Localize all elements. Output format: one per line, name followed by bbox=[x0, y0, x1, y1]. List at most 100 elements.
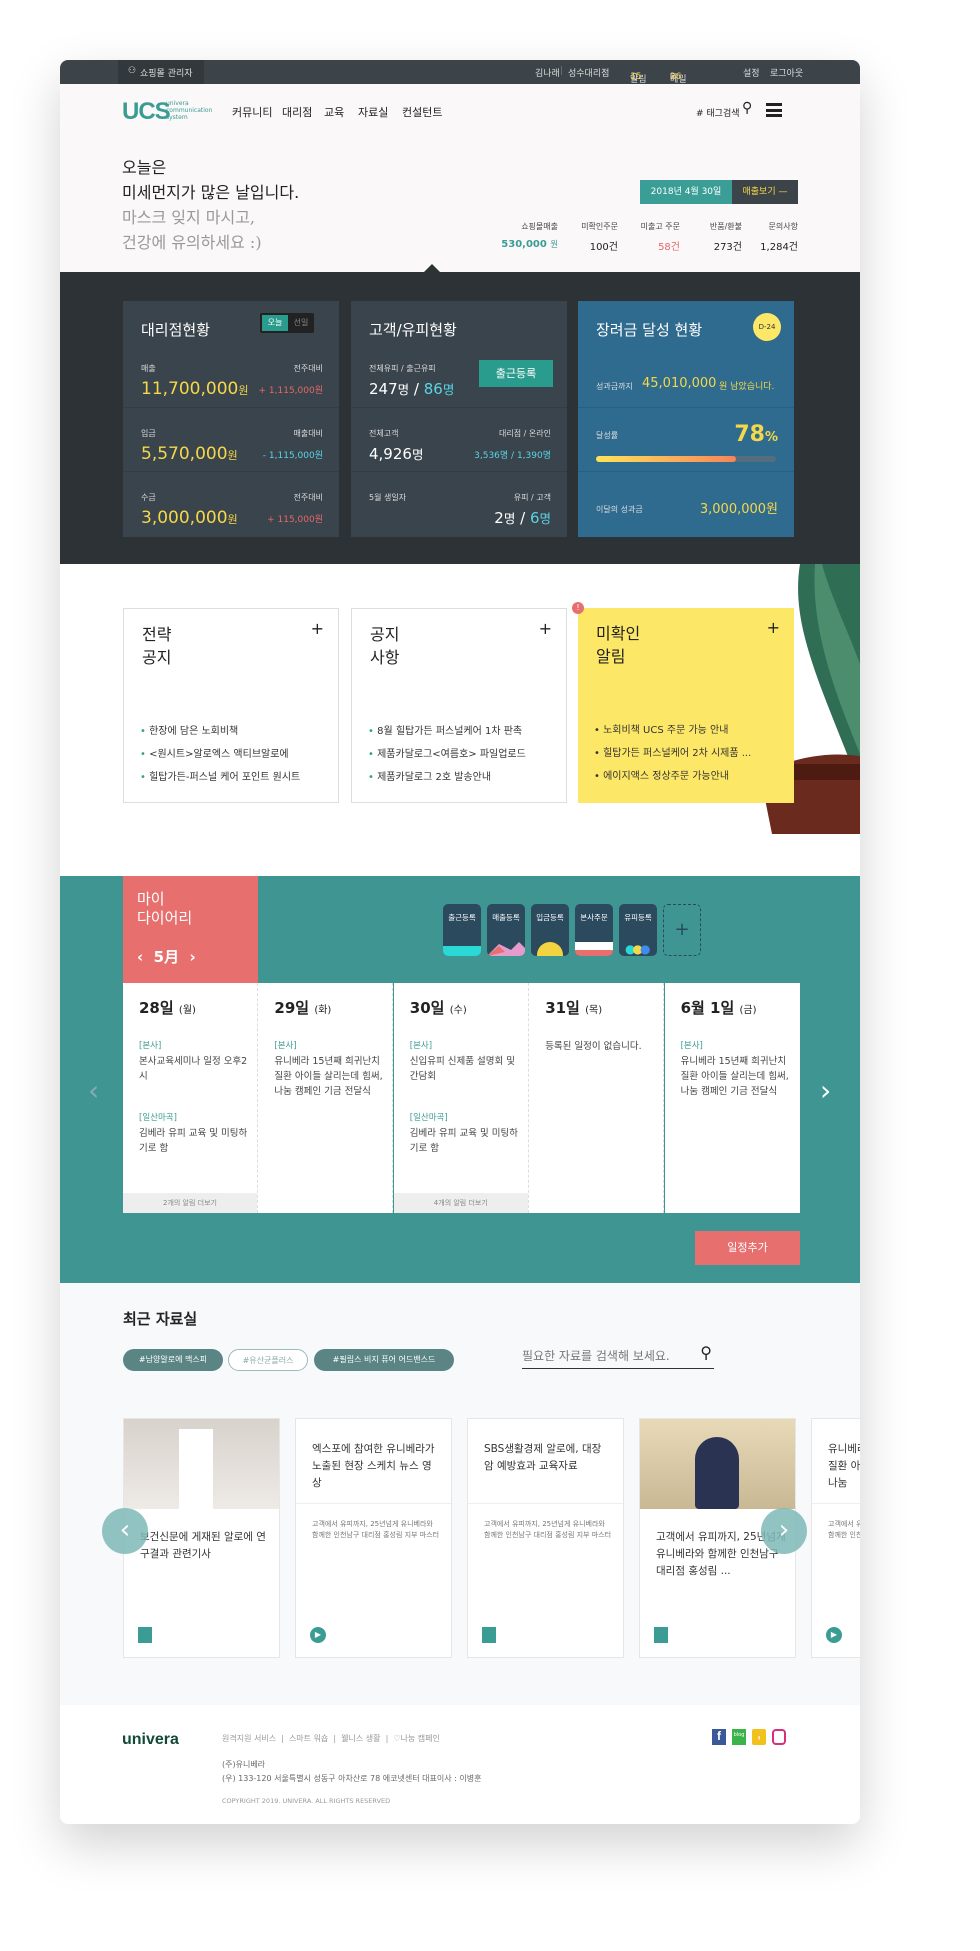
instagram-icon[interactable] bbox=[772, 1729, 786, 1745]
schedule-event[interactable]: [본사] 본사교육세미나 일정 오후2시 bbox=[139, 1039, 249, 1084]
document-icon[interactable] bbox=[482, 1627, 496, 1643]
prev-arrow-icon[interactable]: ‹ bbox=[88, 1074, 99, 1107]
kakao-story-icon[interactable]: , bbox=[752, 1729, 766, 1745]
schedule-event[interactable]: [일산마곡] 김베라 유피 교육 및 미팅하기로 함 bbox=[139, 1111, 249, 1156]
unit: 명 bbox=[442, 382, 455, 397]
notice-item[interactable]: • 제품카달로그 2호 발송안내 bbox=[368, 768, 491, 783]
plus-icon[interactable]: + bbox=[311, 619, 324, 638]
plus-icon[interactable]: + bbox=[539, 619, 552, 638]
add-quick-button[interactable]: + bbox=[663, 904, 701, 956]
tab-previous[interactable]: 선일 bbox=[290, 315, 312, 331]
carousel-prev-button[interactable]: ‹ bbox=[102, 1508, 148, 1554]
notice-item[interactable]: • 에이지액스 정상주문 가능안내 bbox=[594, 767, 729, 782]
notice-text: 한장에 담은 노회비책 bbox=[149, 726, 239, 737]
nav-community[interactable]: 커뮤니티 bbox=[232, 104, 272, 120]
date-button[interactable]: 2018년 4월 30일 bbox=[640, 180, 732, 204]
facebook-icon[interactable]: f bbox=[712, 1729, 726, 1745]
stat-label: 미출고 주문 bbox=[640, 222, 680, 231]
stat-unconfirmed-orders[interactable]: 미확인주문 100건 bbox=[548, 221, 618, 253]
card-summary: 고객에서 유피까지, 25년넘게 유니베라와 함께한 인천남구 대리점 홍성림 … bbox=[484, 1520, 612, 1539]
stat-inquiries[interactable]: 문의사항 1,284건 bbox=[728, 221, 798, 253]
tag-chip[interactable]: #필립스 비지 퓨어 어드밴스드 bbox=[314, 1349, 454, 1371]
document-icon[interactable] bbox=[654, 1627, 668, 1643]
event-tag: [일산마곡] bbox=[409, 1113, 448, 1123]
library-search-input[interactable]: 필요한 자료를 검색해 보세요. ⚲ bbox=[522, 1343, 714, 1369]
logout-link[interactable]: 로그아웃 bbox=[770, 66, 803, 79]
shop-admin-link[interactable]: ⚇ 쇼핑몰 관리자 bbox=[118, 60, 204, 84]
prev-month-icon[interactable]: ‹ bbox=[137, 948, 143, 966]
notice-item[interactable]: • 힐탑가든 퍼스널케어 2차 시제품 ... bbox=[594, 744, 751, 759]
add-schedule-button[interactable]: 일정추가 bbox=[695, 1231, 800, 1265]
user-icon: ⚇ bbox=[128, 66, 137, 76]
nav-education[interactable]: 교육 bbox=[324, 104, 344, 120]
nav-library[interactable]: 자료실 bbox=[358, 104, 388, 120]
search-placeholder: 필요한 자료를 검색해 보세요. bbox=[522, 1349, 670, 1363]
hamburger-menu-icon[interactable] bbox=[766, 103, 782, 117]
carousel-next-button[interactable]: › bbox=[761, 1508, 807, 1554]
footer-link[interactable]: 나눔 캠페인 bbox=[401, 1734, 440, 1743]
schedule-event[interactable]: [본사] 유니베라 15년째 희귀난치질환 아이들 살리는데 힘써, 나눔 캠페인… bbox=[274, 1039, 384, 1099]
search-icon[interactable]: ⚲ bbox=[742, 100, 752, 116]
nav-agency[interactable]: 대리점 bbox=[282, 104, 312, 120]
blog-icon[interactable]: blog bbox=[732, 1729, 746, 1745]
tab-today[interactable]: 오늘 bbox=[262, 315, 288, 331]
quick-attendance-button[interactable]: 출근등록 bbox=[443, 904, 481, 956]
notice-item[interactable]: • 노회비책 UCS 주문 가능 안내 bbox=[594, 721, 728, 736]
attendance-register-button[interactable]: 출근등록 bbox=[479, 360, 553, 387]
notice-item[interactable]: • 제품카달로그<여름호> 파일업로드 bbox=[368, 745, 526, 760]
notice-text: 8월 힐탑가든 퍼스널케어 1차 판촉 bbox=[377, 726, 523, 737]
greeting: 오늘은 미세먼지가 많은 날입니다. 마스크 잊지 마시고, 건강에 유의하세요… bbox=[122, 155, 299, 255]
notice-item[interactable]: • 한장에 담은 노회비책 bbox=[140, 722, 238, 737]
notice-item[interactable]: • 8월 힐탑가든 퍼스널케어 1차 판촉 bbox=[368, 722, 522, 737]
working-up-count: 86 bbox=[423, 380, 443, 398]
row-diff: + 115,000원 bbox=[267, 515, 323, 525]
library-card[interactable]: SBS생활경제 알로에, 대장암 예방효과 교육자료 고객에서 유피까지, 25년… bbox=[467, 1418, 624, 1658]
tag-search-link[interactable]: # 태그검색 bbox=[696, 106, 740, 119]
next-arrow-icon[interactable]: › bbox=[820, 1074, 831, 1107]
notice-section: 전략 공지 + • 한장에 담은 노회비책 • <원시트>알로엑스 액티브알로에 … bbox=[60, 564, 860, 876]
ucs-logo[interactable]: UCS bbox=[122, 98, 171, 126]
schedule-event[interactable]: 등록된 일정이 없습니다. bbox=[545, 1039, 655, 1054]
strategy-notice-card[interactable]: 전략 공지 + • 한장에 담은 노회비책 • <원시트>알로엑스 액티브알로에 … bbox=[123, 608, 339, 803]
quick-hq-order-button[interactable]: 본사주문 bbox=[575, 904, 613, 956]
more-alerts-link[interactable]: 4개의 알림 더보기 bbox=[393, 1193, 528, 1213]
search-icon[interactable]: ⚲ bbox=[700, 1343, 712, 1362]
library-card[interactable]: 유니베라 15년째 희귀난치질환 아이들 살리는데 힘써, 나눔고객에서 유피까… bbox=[811, 1418, 860, 1658]
settings-link[interactable]: 설정 bbox=[743, 66, 760, 79]
play-icon[interactable]: ▶ bbox=[310, 1627, 326, 1643]
greeting-line: 건강에 유의하세요 :) bbox=[122, 233, 262, 252]
heart-icon: ♡ bbox=[393, 1734, 401, 1743]
stat-value: 100건 bbox=[589, 242, 618, 253]
play-icon[interactable]: ▶ bbox=[826, 1627, 842, 1643]
notice-item[interactable]: • <원시트>알로엑스 액티브알로에 bbox=[140, 745, 289, 760]
stat-label: 미확인주문 bbox=[581, 222, 618, 231]
day-date: 29일 bbox=[274, 999, 310, 1017]
quick-sales-button[interactable]: 매출등록 bbox=[487, 904, 525, 956]
up-birthdays: 2 bbox=[494, 509, 504, 527]
footer-link[interactable]: 스마트 워숍 bbox=[289, 1734, 328, 1743]
nav-consultant[interactable]: 컨설턴트 bbox=[402, 104, 442, 120]
notice-item[interactable]: • 힐탑가든-퍼스널 케어 포인트 원시트 bbox=[140, 768, 300, 783]
schedule-event[interactable]: [일산마곡] 김베라 유피 교육 및 미팅하기로 함 bbox=[410, 1111, 520, 1156]
more-alerts-link[interactable]: 2개의 알림 더보기 bbox=[123, 1193, 257, 1213]
plus-icon[interactable]: + bbox=[767, 618, 780, 637]
unread-alerts-card[interactable]: ! 미확인 알림 + • 노회비책 UCS 주문 가능 안내 • 힐탑가든 퍼스널… bbox=[572, 602, 794, 803]
schedule-event[interactable]: [본사] 유니베라 15년째 희귀난치질환 아이들 살리는데 힘써, 나눔 캠페인… bbox=[681, 1039, 791, 1099]
quick-up-register-button[interactable]: 유피등록 ●●● bbox=[619, 904, 657, 956]
stat-unshipped-orders[interactable]: 미출고 주문 58건 bbox=[610, 221, 680, 253]
general-notice-card[interactable]: 공지 사항 + • 8월 힐탑가든 퍼스널케어 1차 판촉 • 제품카달로그<여름… bbox=[351, 608, 567, 803]
next-month-icon[interactable]: › bbox=[190, 948, 196, 966]
tag-chip[interactable]: #유산균플러스 bbox=[228, 1349, 308, 1371]
document-icon[interactable] bbox=[138, 1627, 152, 1643]
footer-link[interactable]: 웰니스 생활 bbox=[341, 1734, 380, 1743]
tag-chip[interactable]: #남양알로에 맥스피 bbox=[123, 1349, 223, 1371]
quick-deposit-button[interactable]: 입금등록 bbox=[531, 904, 569, 956]
univera-logo[interactable]: univera bbox=[122, 1731, 179, 1749]
day-column: 31일 (목) 등록된 일정이 없습니다. bbox=[529, 983, 665, 1213]
schedule-event[interactable]: [본사] 신입유피 신제품 설명회 및 간담회 bbox=[410, 1039, 520, 1084]
event-text: 신입유피 신제품 설명회 및 간담회 bbox=[409, 1056, 515, 1082]
view-sales-button[interactable]: 매출보기 — bbox=[732, 180, 798, 204]
remaining-amount: 45,010,000 bbox=[642, 376, 717, 391]
footer-link[interactable]: 원격지원 서비스 bbox=[222, 1734, 276, 1743]
library-card[interactable]: 엑스포에 참여한 유니베라가 노출된 현장 스케치 뉴스 영상 고객에서 유피까지… bbox=[295, 1418, 452, 1658]
